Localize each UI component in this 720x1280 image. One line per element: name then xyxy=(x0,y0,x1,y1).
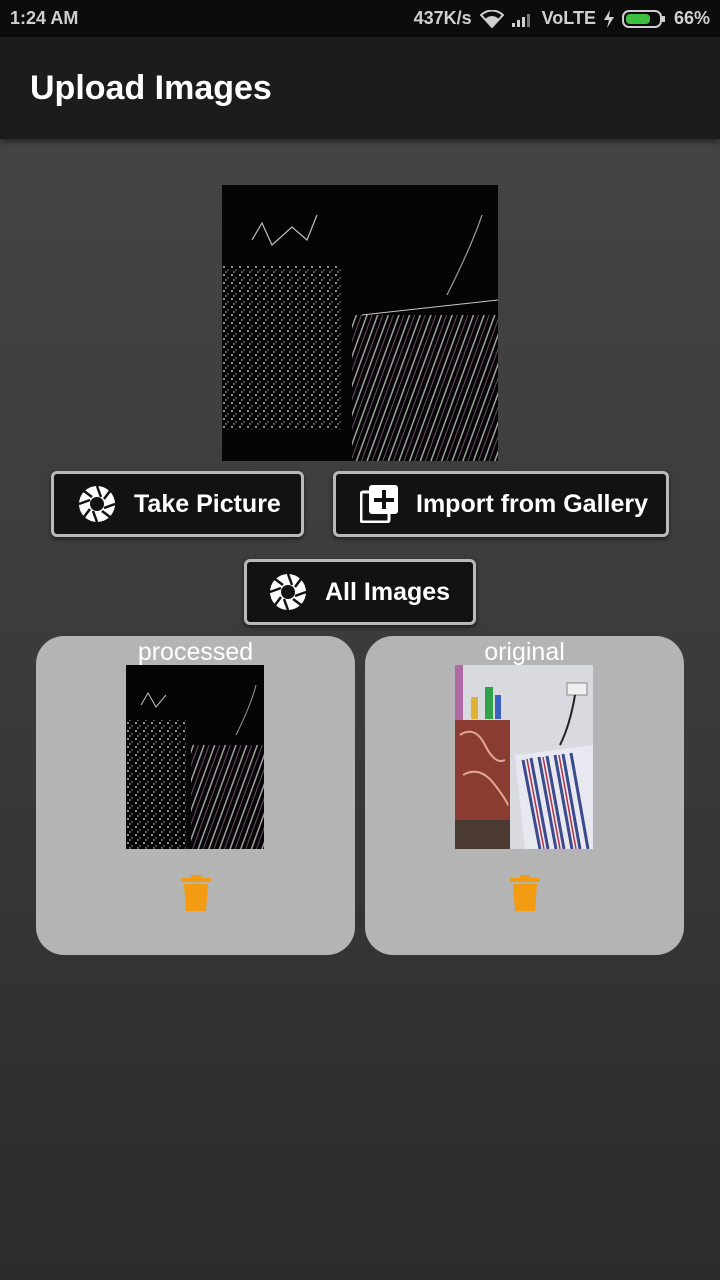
delete-icon[interactable] xyxy=(510,875,540,911)
card-label: original xyxy=(484,638,565,666)
page-title: Upload Images xyxy=(30,69,272,107)
wifi-icon xyxy=(479,9,504,28)
signal-icon xyxy=(511,11,534,27)
card-label: processed xyxy=(137,638,254,666)
network-speed: 437K/s xyxy=(413,8,472,28)
charging-icon xyxy=(603,9,614,28)
status-bar: 1:24 AM 437K/s VoLTE 66% xyxy=(0,0,720,37)
take-picture-button[interactable]: Take Picture xyxy=(51,471,304,537)
import-gallery-label: Import from Gallery xyxy=(416,489,648,518)
import-gallery-button[interactable]: Import from Gallery xyxy=(333,471,669,537)
original-thumbnail[interactable] xyxy=(455,665,593,849)
processed-thumbnail[interactable] xyxy=(126,665,264,849)
all-images-label: All Images xyxy=(325,577,451,606)
preview-image xyxy=(222,185,498,461)
app-bar: Upload Images xyxy=(0,37,720,139)
camera-shutter-icon xyxy=(269,573,307,611)
carrier-label: VoLTE xyxy=(541,8,596,28)
battery-icon xyxy=(621,9,666,28)
delete-icon[interactable] xyxy=(181,875,211,911)
status-time: 1:24 AM xyxy=(10,8,79,28)
add-to-library-icon xyxy=(360,485,398,523)
image-card-original: original xyxy=(365,636,684,955)
take-picture-label: Take Picture xyxy=(134,489,281,518)
image-card-processed: processed xyxy=(36,636,355,955)
battery-percent: 66% xyxy=(673,8,710,28)
all-images-button[interactable]: All Images xyxy=(244,559,476,625)
status-indicators: 437K/s VoLTE 66% xyxy=(414,8,710,29)
camera-shutter-icon xyxy=(78,485,116,523)
